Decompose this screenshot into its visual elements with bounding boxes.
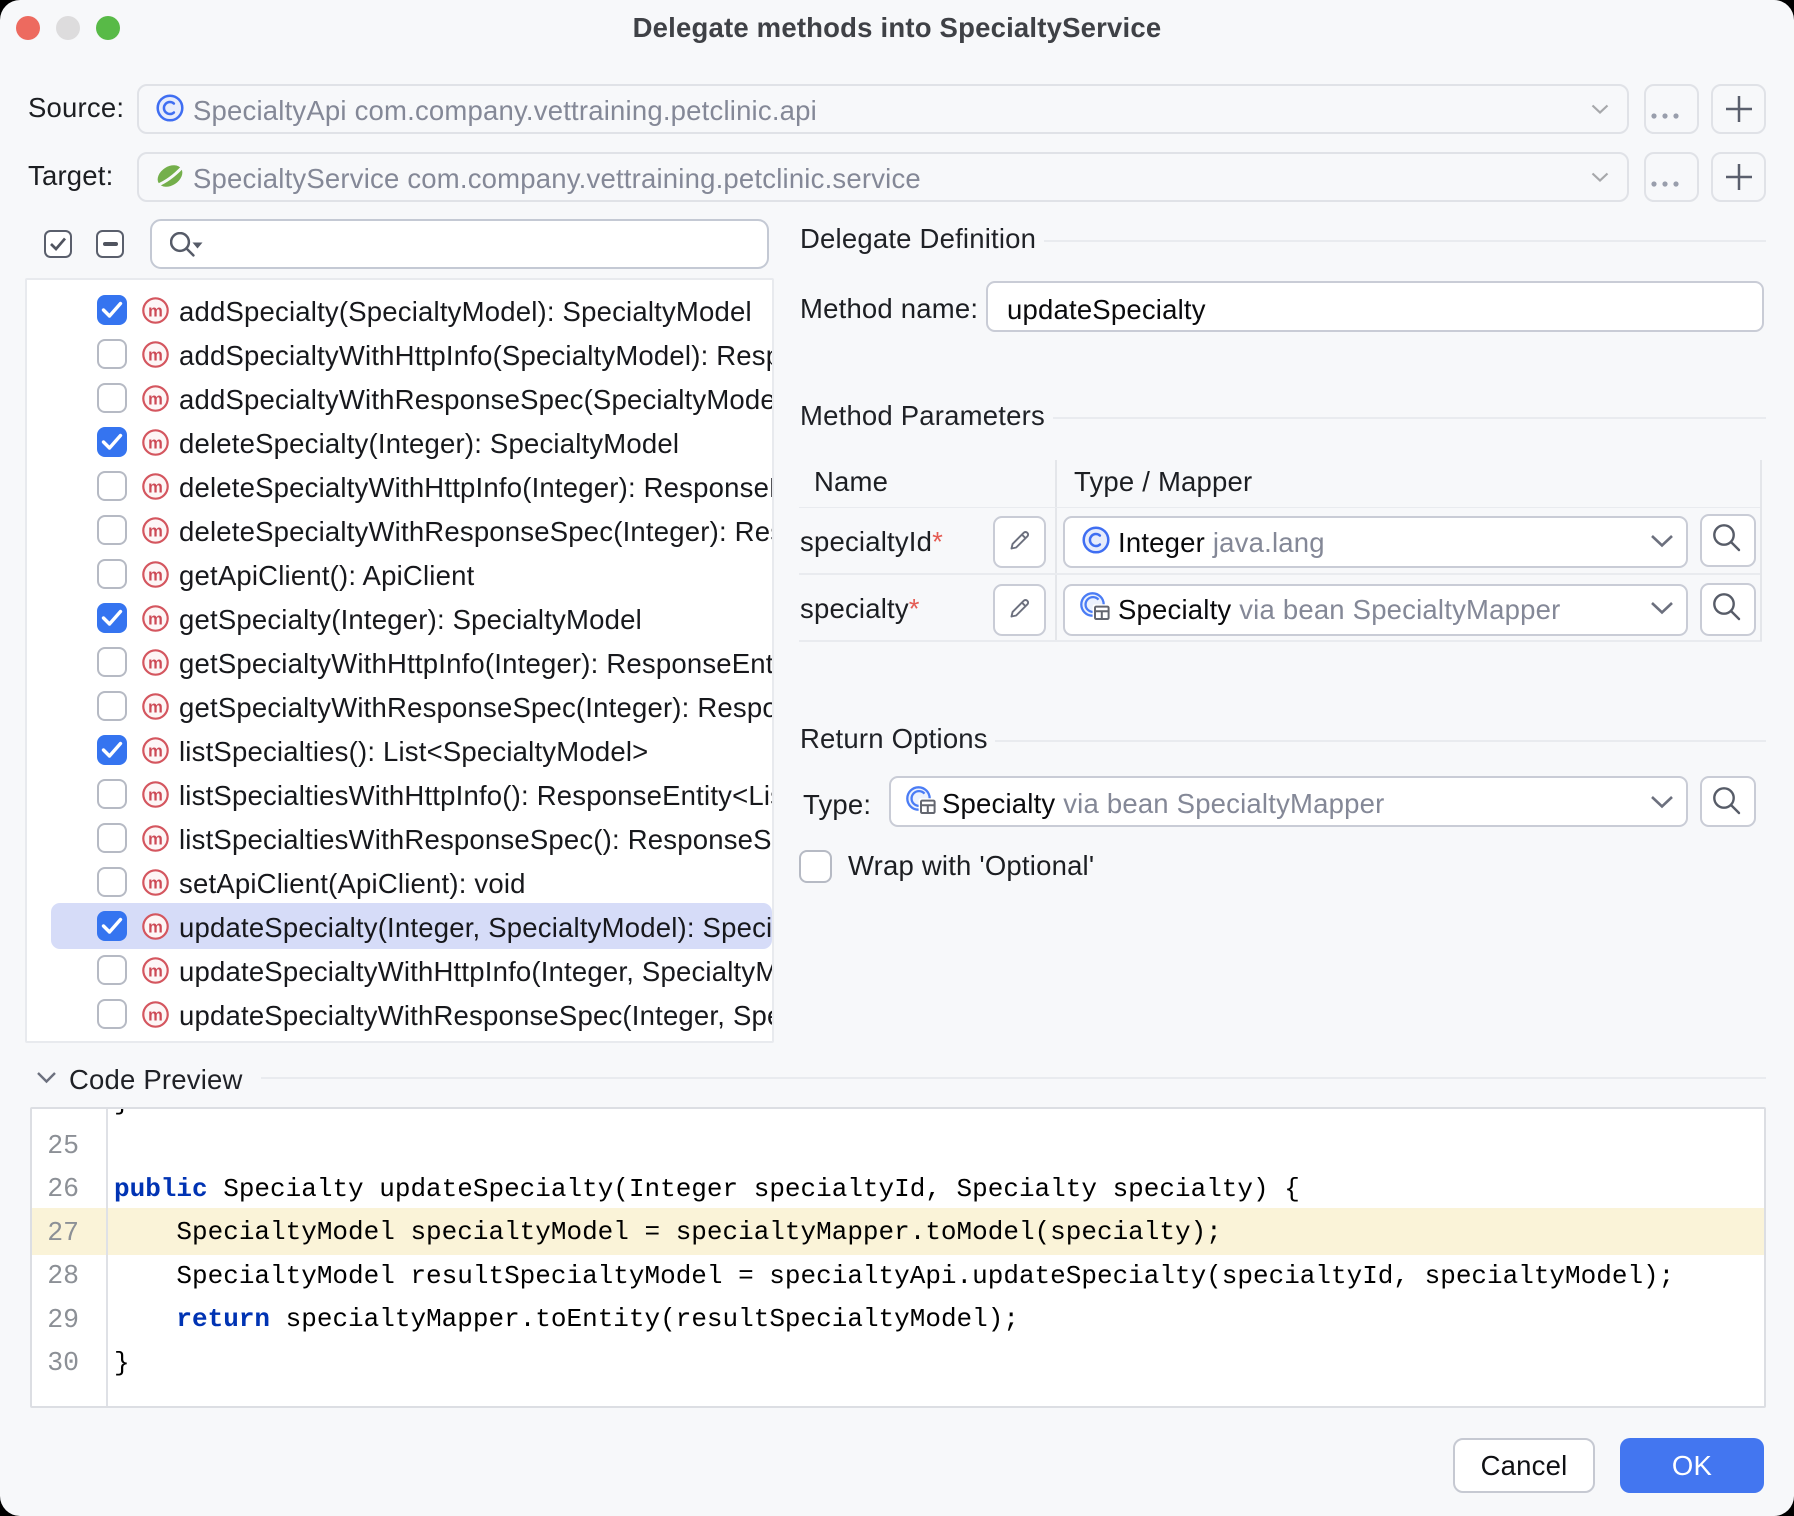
svg-text:m: m bbox=[148, 962, 163, 980]
svg-text:m: m bbox=[148, 346, 163, 364]
svg-text:m: m bbox=[148, 786, 163, 804]
svg-text:m: m bbox=[148, 566, 163, 584]
svg-text:m: m bbox=[148, 610, 163, 628]
svg-text:m: m bbox=[148, 1006, 163, 1024]
svg-text:m: m bbox=[148, 302, 163, 320]
svg-text:m: m bbox=[148, 654, 163, 672]
svg-text:m: m bbox=[148, 830, 163, 848]
svg-text:m: m bbox=[148, 522, 163, 540]
svg-text:m: m bbox=[148, 742, 163, 760]
svg-text:m: m bbox=[148, 874, 163, 892]
svg-text:m: m bbox=[148, 698, 163, 716]
svg-text:m: m bbox=[148, 434, 163, 452]
svg-text:m: m bbox=[148, 390, 163, 408]
svg-text:m: m bbox=[148, 918, 163, 936]
svg-text:m: m bbox=[148, 478, 163, 496]
